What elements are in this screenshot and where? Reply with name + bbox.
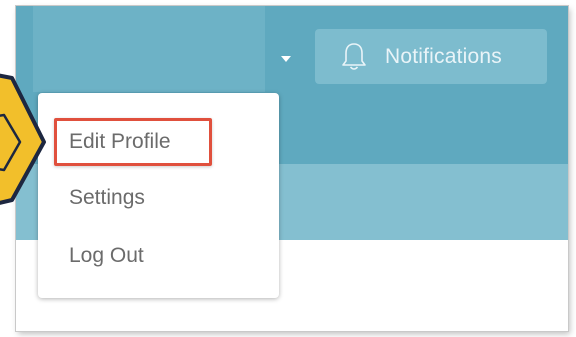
menu-item-label: Log Out	[69, 244, 144, 267]
bell-icon	[342, 42, 366, 70]
menu-item-log-out[interactable]: Log Out	[38, 230, 279, 282]
notifications-button[interactable]: Notifications	[315, 29, 547, 84]
star-decoration-icon	[0, 73, 46, 205]
highlight-annotation	[54, 118, 212, 166]
app-window: Notifications Edit Profile Settings Log …	[16, 6, 568, 331]
menu-item-label: Settings	[69, 186, 145, 209]
notifications-label: Notifications	[385, 44, 502, 68]
user-dropdown-menu: Edit Profile Settings Log Out	[38, 93, 279, 298]
screenshot-frame: Notifications Edit Profile Settings Log …	[0, 0, 576, 337]
user-menu-toggle[interactable]	[33, 6, 265, 92]
menu-item-settings[interactable]: Settings	[38, 172, 279, 224]
caret-down-icon[interactable]	[281, 56, 291, 62]
